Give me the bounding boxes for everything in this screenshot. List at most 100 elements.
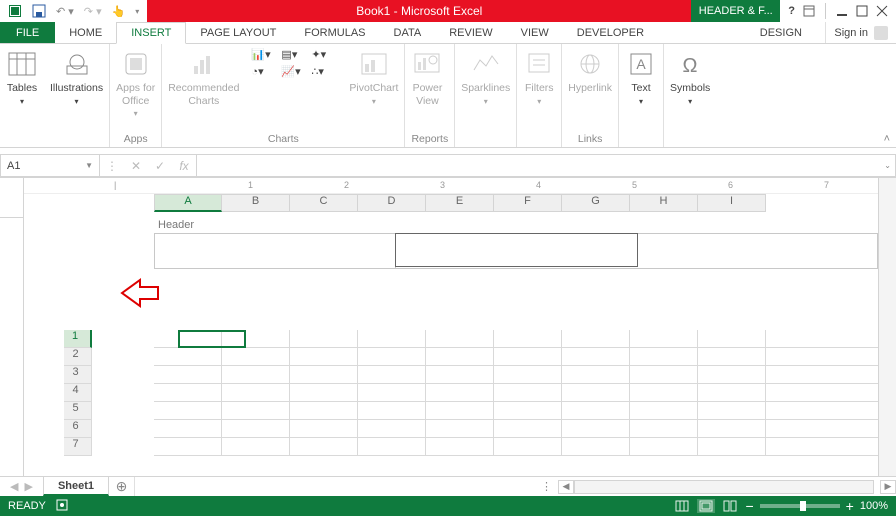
macro-record-icon[interactable]: [56, 499, 68, 514]
group-apps: Apps for Office▾ Apps: [110, 44, 162, 147]
row-header-2[interactable]: 2: [64, 348, 92, 366]
group-symbols: Ω Symbols▾: [664, 44, 716, 147]
undo-icon[interactable]: ↶ ▾: [56, 5, 74, 18]
tab-view[interactable]: VIEW: [507, 22, 563, 43]
title-bar: ↶ ▾ ↷ ▾ 👆 ▾ Book1 - Microsoft Excel HEAD…: [0, 0, 896, 22]
name-box[interactable]: A1 ▼: [0, 154, 100, 177]
col-header-a[interactable]: A: [154, 194, 222, 212]
horizontal-scrollbar[interactable]: ⋮ ◀ ▶: [135, 477, 896, 496]
symbols-button[interactable]: Ω Symbols▾: [670, 48, 710, 106]
row-headers: 1 2 3 4 5 6 7: [24, 330, 92, 456]
chart-gallery: 📊▾ ▤▾ ✦▾ ◔▾ 📈▾ ∴▾: [251, 48, 337, 78]
tab-split-handle[interactable]: ⋮: [535, 480, 558, 493]
recommended-charts-button[interactable]: Recommended Charts: [168, 48, 239, 107]
apps-for-office-button[interactable]: Apps for Office▾: [116, 48, 155, 118]
fx-icon[interactable]: fx: [172, 159, 196, 173]
formula-buttons: ⋮ ✕ ✓ fx: [100, 154, 197, 177]
group-text: A Text▾: [619, 44, 664, 147]
name-box-dropdown-icon[interactable]: ▼: [85, 161, 93, 170]
maximize-icon[interactable]: [856, 5, 868, 17]
tab-design[interactable]: DESIGN: [736, 22, 825, 43]
illustrations-button[interactable]: Illustrations▾: [50, 48, 103, 106]
tab-developer[interactable]: DEVELOPER: [563, 22, 658, 43]
row-header-7[interactable]: 7: [64, 438, 92, 456]
hyperlink-button[interactable]: Hyperlink: [568, 48, 612, 95]
zoom-slider[interactable]: [760, 504, 840, 508]
tab-formulas[interactable]: FORMULAS: [290, 22, 379, 43]
excel-icon: [8, 4, 22, 18]
zoom-in-button[interactable]: +: [846, 498, 854, 514]
text-button[interactable]: A Text▾: [625, 48, 657, 106]
expand-formula-bar-icon[interactable]: ⌄: [884, 161, 891, 170]
col-header-c[interactable]: C: [290, 194, 358, 212]
save-icon[interactable]: [32, 4, 46, 18]
line-chart-icon[interactable]: 📈▾: [281, 65, 307, 78]
header-right-box[interactable]: [637, 234, 877, 268]
enter-icon[interactable]: ✓: [148, 159, 172, 173]
column-chart-icon[interactable]: 📊▾: [251, 48, 277, 61]
row-header-5[interactable]: 5: [64, 402, 92, 420]
tab-file[interactable]: FILE: [0, 22, 55, 43]
page-layout-view-icon[interactable]: [697, 499, 715, 513]
touch-mode-icon[interactable]: 👆: [112, 5, 126, 18]
row-header-1[interactable]: 1: [64, 330, 92, 348]
scatter-chart-icon[interactable]: ∴▾: [311, 65, 337, 78]
sparklines-button[interactable]: Sparklines▾: [461, 48, 510, 106]
hierarchy-chart-icon[interactable]: ◔▾: [251, 65, 277, 78]
tab-data[interactable]: DATA: [380, 22, 436, 43]
col-header-d[interactable]: D: [358, 194, 426, 212]
prev-sheet-icon[interactable]: ◀: [10, 480, 18, 493]
header-left-box[interactable]: [155, 234, 396, 268]
status-bar: READY − + 100%: [0, 496, 896, 516]
normal-view-icon[interactable]: [673, 499, 691, 513]
tables-button[interactable]: Tables▾: [6, 48, 38, 106]
header-label: Header: [154, 216, 878, 233]
ribbon-display-icon[interactable]: [803, 5, 815, 17]
formula-input[interactable]: ⌄: [197, 154, 896, 177]
header-center-box[interactable]: [395, 233, 637, 267]
add-sheet-button[interactable]: ⊕: [109, 477, 135, 496]
zoom-out-button[interactable]: −: [745, 498, 753, 514]
grid[interactable]: | 1 2 3 4 5 6 7 A B C D E F G H I Header: [24, 178, 896, 476]
cancel-icon[interactable]: ✕: [124, 159, 148, 173]
col-header-g[interactable]: G: [562, 194, 630, 212]
pivotchart-button[interactable]: PivotChart▾: [349, 48, 398, 106]
sign-in[interactable]: Sign in: [825, 22, 896, 43]
stock-chart-icon[interactable]: ✦▾: [311, 48, 337, 61]
power-view-button[interactable]: Power View: [411, 48, 443, 107]
col-header-h[interactable]: H: [630, 194, 698, 212]
col-header-f[interactable]: F: [494, 194, 562, 212]
vertical-scrollbar[interactable]: [878, 178, 896, 476]
select-all-corner[interactable]: [0, 178, 23, 218]
next-sheet-icon[interactable]: ▶: [24, 480, 32, 493]
col-header-e[interactable]: E: [426, 194, 494, 212]
row-header-6[interactable]: 6: [64, 420, 92, 438]
col-header-i[interactable]: I: [698, 194, 766, 212]
col-header-b[interactable]: B: [222, 194, 290, 212]
scroll-left-icon[interactable]: ◀: [558, 480, 574, 494]
collapse-ribbon-icon[interactable]: ˄: [884, 133, 890, 145]
sheet-tab[interactable]: Sheet1: [43, 477, 109, 496]
tab-home[interactable]: HOME: [55, 22, 116, 43]
close-icon[interactable]: [876, 5, 888, 17]
filters-button[interactable]: Filters▾: [523, 48, 555, 106]
tab-insert[interactable]: INSERT: [116, 22, 186, 44]
active-cell-indicator: [178, 330, 246, 348]
cells[interactable]: [154, 330, 878, 456]
minimize-icon[interactable]: [836, 5, 848, 17]
row-header-3[interactable]: 3: [64, 366, 92, 384]
zoom-level[interactable]: 100%: [860, 500, 888, 512]
bar-chart-icon[interactable]: ▤▾: [281, 48, 307, 61]
page-break-view-icon[interactable]: [721, 499, 739, 513]
name-box-value: A1: [7, 160, 20, 172]
help-icon[interactable]: ?: [788, 5, 795, 17]
annotation-arrow-icon: [120, 278, 160, 308]
tab-page-layout[interactable]: PAGE LAYOUT: [186, 22, 290, 43]
quick-access-toolbar: ↶ ▾ ↷ ▾ 👆 ▾: [0, 0, 147, 22]
redo-icon[interactable]: ↷ ▾: [84, 5, 102, 18]
qat-dropdown-icon[interactable]: ▾: [135, 7, 139, 16]
tab-review[interactable]: REVIEW: [435, 22, 506, 43]
contextual-tab-label: HEADER & F...: [691, 0, 780, 22]
row-header-4[interactable]: 4: [64, 384, 92, 402]
scroll-right-icon[interactable]: ▶: [880, 480, 896, 494]
